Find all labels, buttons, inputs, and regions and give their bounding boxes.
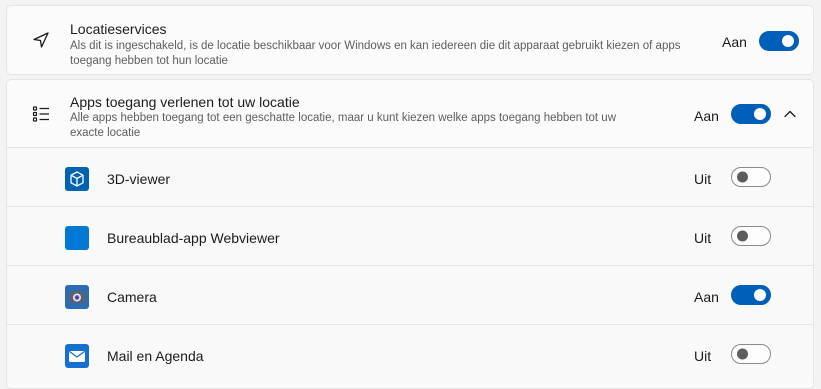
- app-name: Mail en Agenda: [107, 348, 204, 364]
- app-toggle-webviewer[interactable]: [731, 226, 771, 246]
- toggle-knob: [737, 230, 748, 242]
- app-name: 3D-viewer: [107, 171, 171, 187]
- toggle-knob: [737, 348, 748, 360]
- navigation-arrow-icon: [21, 22, 61, 58]
- toggle-knob: [754, 108, 766, 120]
- app-toggle-3d-viewer[interactable]: [731, 167, 771, 187]
- app-access-card: Apps toegang verlenen tot uw locatie All…: [6, 79, 814, 389]
- app-access-toggle[interactable]: [731, 104, 771, 124]
- toggle-knob: [754, 289, 766, 301]
- app-state-label: Aan: [694, 289, 719, 305]
- app-state-label: Uit: [694, 230, 712, 246]
- app-access-state-label: Aan: [694, 108, 719, 124]
- location-services-title: Locatieservices: [70, 21, 167, 37]
- app-state-label: Uit: [694, 171, 712, 187]
- chevron-up-icon[interactable]: [783, 107, 797, 121]
- app-row-webviewer: Bureaublad-app Webviewer Uit: [7, 206, 813, 265]
- app-state-label: Uit: [694, 348, 712, 364]
- webviewer-icon: [65, 226, 89, 250]
- app-access-description: Alle apps hebben toegang tot een geschat…: [70, 112, 616, 139]
- location-services-toggle[interactable]: [759, 31, 799, 51]
- app-row-mail: Mail en Agenda Uit: [7, 324, 813, 383]
- toggle-knob: [737, 171, 748, 183]
- 3d-cube-icon: [65, 167, 89, 191]
- location-services-description: Als dit is ingeschakeld, is de locatie b…: [70, 40, 681, 67]
- toggle-knob: [782, 35, 794, 47]
- app-toggle-camera[interactable]: [731, 285, 771, 305]
- camera-icon: [65, 285, 89, 309]
- app-access-title: Apps toegang verlenen tot uw locatie: [70, 94, 300, 110]
- app-name: Bureaublad-app Webviewer: [107, 230, 280, 246]
- location-services-card: Locatieservices Als dit is ingeschakeld,…: [6, 5, 814, 75]
- app-row-3d-viewer: 3D-viewer Uit: [7, 147, 813, 206]
- app-toggle-mail[interactable]: [731, 344, 771, 364]
- app-name: Camera: [107, 289, 157, 305]
- location-services-state-label: Aan: [722, 34, 747, 50]
- mail-icon: [65, 344, 89, 368]
- list-icon: [21, 96, 61, 132]
- app-row-camera: Camera Aan: [7, 265, 813, 324]
- app-access-header[interactable]: Apps toegang verlenen tot uw locatie All…: [7, 80, 813, 148]
